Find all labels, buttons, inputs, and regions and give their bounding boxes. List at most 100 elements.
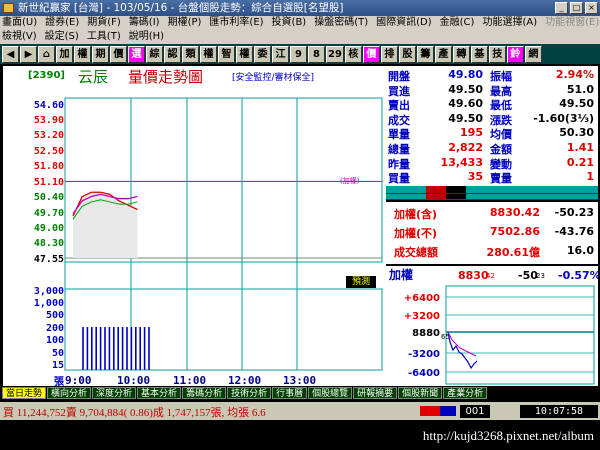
index-change: -43.76 bbox=[554, 225, 594, 238]
mini-index-value: 8830 bbox=[458, 269, 489, 282]
watermark-url: http://kujd3268.pixnet.net/album bbox=[422, 428, 594, 443]
price-tick-label: 51.80 bbox=[33, 161, 64, 172]
quote-panel: 開盤 49.80 振幅 2.94% 買進 49.50 最高 51.0 賣出 49.60 最低 49.5… bbox=[386, 66, 598, 186]
mini-tick-label: 8880 bbox=[412, 328, 440, 339]
price-tick-label: 53.20 bbox=[33, 130, 64, 141]
time-tick-label: 12:00 bbox=[228, 374, 262, 387]
quote-row: 總量 2,822 金額 1.41 bbox=[386, 141, 598, 156]
price-tick-label: 53.90 bbox=[33, 115, 64, 126]
price-tick-label: 49.70 bbox=[33, 208, 64, 219]
quote-label: 單量 bbox=[388, 128, 410, 142]
analysis-tabs: 當日走勢 橫向分析 深度分析 基本分析 籌碼分析 技術分析 行事曆 個股總覽 研報摘要 個股新聞產… bbox=[0, 387, 600, 399]
mini-tick-label: -6400 bbox=[408, 368, 440, 379]
quote-value: 49.60 bbox=[448, 97, 483, 111]
analysis-tab[interactable]: 籌碼分析 bbox=[182, 387, 227, 399]
price-tick-label: 49.00 bbox=[33, 223, 64, 234]
analysis-tab[interactable]: 產業分析 bbox=[443, 387, 488, 399]
analysis-tab[interactable]: 行事曆 bbox=[272, 387, 308, 399]
analysis-tab[interactable]: 個股新聞 bbox=[398, 387, 443, 399]
quote-label: 開盤 bbox=[388, 70, 410, 83]
index-value: 7502.86 bbox=[489, 225, 540, 238]
quote-value: 2.94% bbox=[555, 68, 594, 81]
quote-row: 賣出 49.60 最低 49.50 bbox=[386, 97, 598, 112]
mini-index-label: 加權 bbox=[388, 267, 413, 282]
stock-name: 云辰 bbox=[78, 68, 109, 86]
quote-value: 35 bbox=[467, 170, 483, 184]
index-label: 加權(含) bbox=[394, 208, 438, 221]
analysis-tab[interactable]: 當日走勢 bbox=[2, 387, 47, 399]
page-counter: 001 bbox=[460, 405, 490, 418]
quote-value: 1.41 bbox=[566, 141, 594, 154]
quote-label: 成交 bbox=[388, 113, 410, 127]
trade-summary: 買 11,244,752賣 9,704,884( 0.86)成 1,747,15… bbox=[3, 407, 266, 419]
predict-button[interactable]: 預測 bbox=[346, 276, 376, 288]
quote-row: 開盤 49.80 振幅 2.94% bbox=[386, 68, 598, 83]
quote-label: 均價 bbox=[490, 128, 512, 142]
quote-value: 51.0 bbox=[566, 82, 594, 96]
analysis-tab[interactable]: 橫向分析 bbox=[47, 387, 92, 399]
quote-row: 昨量 13,433 變動 0.21 bbox=[386, 156, 598, 171]
index-change: -50.23 bbox=[554, 206, 594, 219]
volume-tick-label: 500 bbox=[45, 310, 64, 321]
mini-tick-label: -3200 bbox=[408, 349, 440, 360]
price-tick-label: 52.50 bbox=[33, 146, 64, 157]
quote-row: 買進 49.50 最高 51.0 bbox=[386, 83, 598, 98]
quote-label: 買進 bbox=[388, 84, 410, 98]
quote-value: 2,822 bbox=[448, 141, 483, 154]
quote-value: -1.60(3⅓) bbox=[533, 111, 594, 125]
quote-value: 49.50 bbox=[448, 111, 483, 125]
analysis-tab[interactable]: 深度分析 bbox=[92, 387, 137, 399]
analysis-tab[interactable]: 技術分析 bbox=[227, 387, 272, 399]
quote-value: 0.21 bbox=[566, 155, 594, 169]
index-row: 成交總額 280.61億 16.0 bbox=[386, 244, 598, 262]
index-row: 加權(不) 7502.86 -43.76 bbox=[386, 225, 598, 243]
index-label: 成交總額 bbox=[394, 246, 438, 259]
quote-value: 195 bbox=[460, 126, 483, 140]
industry-tag: [安全監控/審材保全] bbox=[232, 73, 315, 83]
volume-tick-label: 200 bbox=[45, 323, 64, 334]
time-tick-label: 9:00 bbox=[65, 374, 92, 387]
quote-value: 1 bbox=[586, 170, 594, 184]
analysis-tab[interactable]: 個股總覽 bbox=[308, 387, 353, 399]
quote-value: 50.30 bbox=[559, 126, 594, 140]
quote-row: 單量 195 均價 50.30 bbox=[386, 126, 598, 141]
mini-index-value-decimal: 42 bbox=[486, 272, 495, 280]
status-bar: 買 11,244,752賣 9,704,884( 0.86)成 1,747,15… bbox=[0, 402, 600, 420]
index-row: 加權(含) 8830.42 -50.23 bbox=[386, 206, 598, 224]
index-label: 加權(不) bbox=[394, 227, 438, 240]
analysis-tab[interactable]: 基本分析 bbox=[137, 387, 182, 399]
quote-label: 金額 bbox=[490, 143, 512, 156]
volume-tick-label: 1,000 bbox=[33, 298, 64, 309]
mini-tick-label: +3200 bbox=[404, 311, 440, 322]
volume-tick-label: 3,000 bbox=[33, 286, 64, 297]
quote-label: 昨量 bbox=[388, 157, 410, 171]
sell-ratio-bar bbox=[440, 406, 456, 416]
mini-index-change-decimal: 23 bbox=[536, 272, 545, 280]
price-tick-label: 51.10 bbox=[33, 177, 64, 188]
volume-tick-label: 50 bbox=[51, 348, 64, 359]
price-tick-label: 54.60 bbox=[33, 100, 64, 111]
quote-label: 最低 bbox=[490, 99, 512, 113]
time-tick-label: 13:00 bbox=[283, 374, 317, 387]
volume-tick-label: 15 bbox=[51, 360, 64, 371]
buy-ratio-bar bbox=[420, 406, 440, 416]
mini-tick-label: +6400 bbox=[404, 293, 440, 304]
reference-mark: (加權) bbox=[340, 177, 360, 185]
stock-code: [2390] bbox=[28, 70, 65, 81]
quote-value: 49.80 bbox=[448, 68, 483, 81]
quote-label: 賣出 bbox=[388, 99, 410, 113]
quote-row: 成交 49.50 漲跌 -1.60(3⅓) bbox=[386, 112, 598, 127]
quote-label: 變動 bbox=[490, 157, 512, 171]
index-value: 8830.42 bbox=[489, 206, 540, 219]
index-panel: 加權(含) 8830.42 -50.23 加權(不) 7502.86 -43.76 成交總額… bbox=[386, 202, 598, 264]
index-mini-chart: 加權 883042 -5023 -0.57%+6400+32008880-3200-6… bbox=[388, 267, 598, 385]
mini-average-line bbox=[447, 331, 477, 357]
quote-label: 漲跌 bbox=[490, 113, 512, 127]
price-tick-label: 47.55 bbox=[33, 254, 64, 265]
price-tick-label: 50.40 bbox=[33, 192, 64, 203]
analysis-tab[interactable]: 研報摘要 bbox=[353, 387, 398, 399]
time-tick-label: 10:00 bbox=[117, 374, 151, 387]
bid-ask-bar bbox=[386, 186, 598, 200]
quote-label: 總量 bbox=[388, 143, 410, 156]
quote-value: 13,433 bbox=[440, 155, 483, 169]
